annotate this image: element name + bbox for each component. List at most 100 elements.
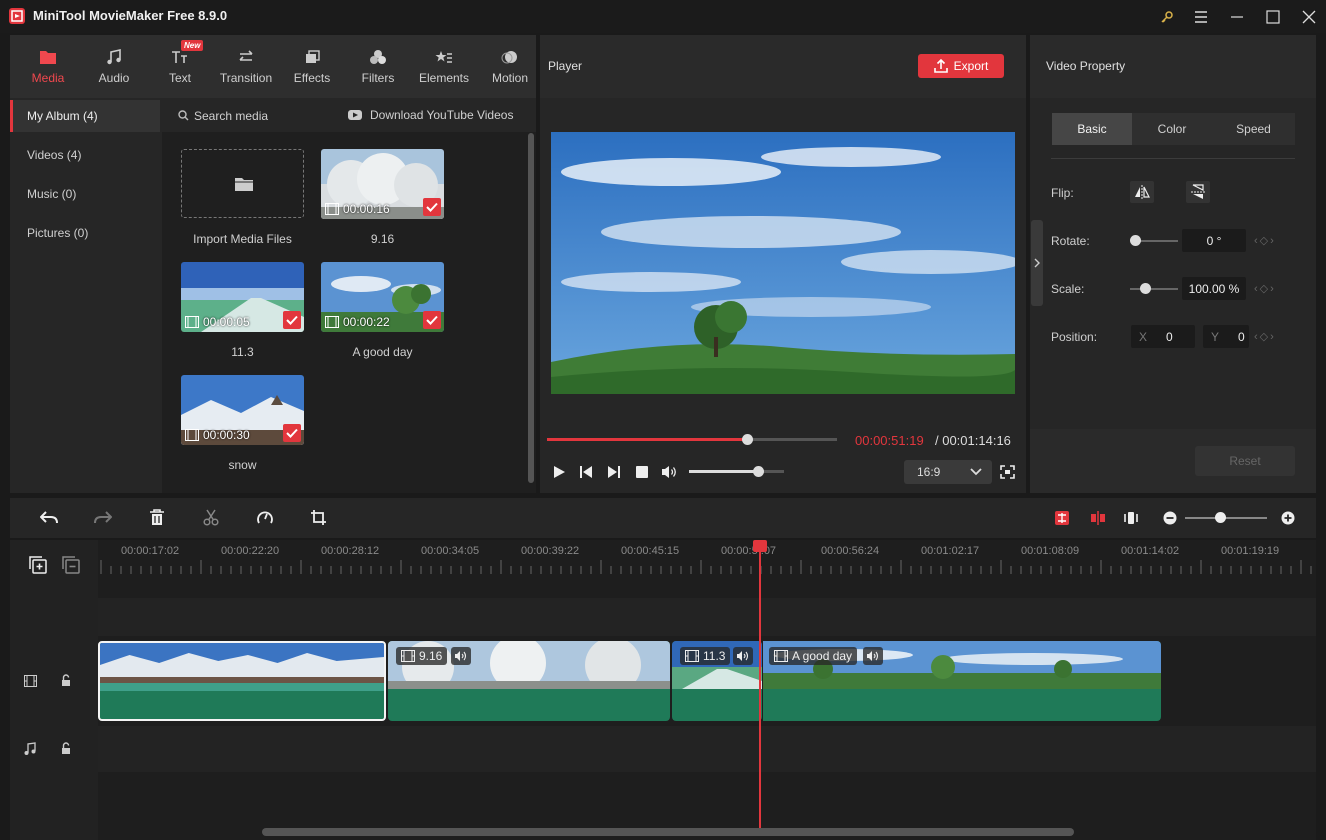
lock-icon[interactable] (61, 674, 71, 687)
split-scissors-icon[interactable] (203, 509, 219, 526)
timeline-clip-9-16[interactable]: 9.16 (388, 641, 670, 721)
media-caption: 9.16 (370, 232, 395, 246)
timeline-clip-11-3[interactable]: 11.3 (672, 641, 762, 721)
media-header: Search media Download YouTube Videos (162, 100, 536, 132)
zoom-slider-handle[interactable] (1215, 512, 1226, 523)
ruler-tick-label: 00:00:22:20 (221, 545, 280, 557)
keyframe-nav-icon[interactable]: ‹◇› (1254, 330, 1276, 343)
position-x-input[interactable]: X 0 (1131, 325, 1195, 348)
tab-filters[interactable]: Filters (345, 35, 411, 98)
album-videos[interactable]: Videos (4) (10, 139, 160, 171)
close-icon[interactable] (1292, 0, 1326, 33)
undo-icon[interactable] (40, 510, 58, 526)
tab-label: Text (168, 71, 191, 85)
volume-icon[interactable] (661, 465, 678, 479)
film-icon (685, 650, 699, 662)
media-scrollbar[interactable] (528, 133, 534, 483)
crop-icon[interactable] (310, 509, 327, 526)
volume-handle[interactable] (753, 466, 764, 477)
lock-icon[interactable] (61, 742, 71, 755)
media-caption: 11.3 (231, 345, 254, 359)
tab-audio[interactable]: Audio (81, 35, 147, 98)
minimize-icon[interactable] (1220, 0, 1254, 33)
album-pictures[interactable]: Pictures (0) (10, 217, 160, 249)
timeline-clip-snow[interactable] (98, 641, 386, 721)
album-music[interactable]: Music (0) (10, 178, 160, 210)
stop-icon[interactable] (635, 465, 648, 479)
tab-basic[interactable]: Basic (1052, 113, 1132, 145)
folder-icon (39, 47, 57, 67)
app-logo-icon (9, 8, 25, 24)
rotate-label: Rotate: (1051, 234, 1090, 248)
zoom-slider-track[interactable] (1185, 517, 1267, 519)
speed-gauge-icon[interactable] (256, 509, 274, 526)
media-thumb-11-3[interactable]: 00:00:05 (181, 262, 304, 332)
scale-slider-handle[interactable] (1140, 283, 1151, 294)
playhead-handle[interactable] (753, 540, 767, 552)
media-caption: A good day (352, 345, 413, 359)
timeline-clip-a-good-day[interactable]: A good day (763, 641, 1161, 721)
film-icon (401, 650, 415, 662)
reset-button[interactable]: Reset (1195, 446, 1295, 476)
tab-elements[interactable]: Elements (411, 35, 477, 98)
video-preview[interactable] (551, 132, 1015, 394)
chevron-down-icon (970, 468, 982, 476)
tab-transition[interactable]: Transition (213, 35, 279, 98)
scale-slider-track[interactable] (1130, 288, 1178, 290)
flip-horizontal-icon[interactable] (1130, 181, 1154, 203)
media-thumb-snow[interactable]: 00:00:30 (181, 375, 304, 445)
playhead[interactable] (759, 540, 761, 828)
play-icon[interactable] (553, 465, 566, 479)
media-thumb-a-good-day[interactable]: 00:00:22 (321, 262, 444, 332)
key-icon[interactable] (1150, 0, 1184, 33)
checkmark-icon (423, 198, 441, 216)
maximize-icon[interactable] (1256, 0, 1290, 33)
aspect-ratio-select[interactable]: 16:9 (904, 460, 992, 484)
remove-track-icon[interactable] (62, 556, 80, 574)
scale-input[interactable]: 100.00 % (1182, 277, 1246, 300)
zoom-in-icon[interactable] (1281, 511, 1295, 525)
media-caption: Import Media Files (193, 232, 292, 246)
rotate-slider-track[interactable] (1136, 240, 1178, 242)
tab-media[interactable]: Media (15, 35, 81, 98)
tab-speed[interactable]: Speed (1212, 113, 1295, 145)
progress-handle[interactable] (742, 434, 753, 445)
media-thumb-9-16[interactable]: 00:00:16 (321, 149, 444, 219)
media-caption: snow (228, 458, 257, 472)
collapse-panel-button[interactable] (1031, 220, 1043, 306)
tab-effects[interactable]: Effects (279, 35, 345, 98)
menu-icon[interactable] (1184, 0, 1218, 33)
aspect-ratio-value: 16:9 (917, 465, 941, 479)
import-media-button[interactable] (181, 149, 304, 218)
next-frame-icon[interactable] (607, 465, 620, 479)
delete-icon[interactable] (149, 509, 165, 526)
fullscreen-icon[interactable] (1000, 465, 1015, 479)
album-my-album[interactable]: My Album (4) (10, 100, 160, 132)
rotate-slider-handle[interactable] (1130, 235, 1141, 246)
export-button[interactable]: Export (918, 54, 1004, 78)
tab-motion[interactable]: Motion (477, 35, 543, 98)
redo-icon[interactable] (94, 510, 112, 526)
flip-vertical-icon[interactable] (1186, 181, 1210, 203)
timeline-scrollbar[interactable] (262, 828, 1074, 836)
previous-frame-icon[interactable] (580, 465, 593, 479)
detach-audio-icon[interactable] (1054, 510, 1070, 526)
keyframe-nav-icon[interactable]: ‹◇› (1254, 282, 1276, 295)
split-clip-icon[interactable] (1090, 510, 1106, 526)
rotate-input[interactable]: 0 ° (1182, 229, 1246, 252)
video-property-panel (1030, 35, 1316, 493)
zoom-out-icon[interactable] (1163, 511, 1177, 525)
keyframe-nav-icon[interactable]: ‹◇› (1254, 234, 1276, 247)
clip-label: A good day (769, 647, 858, 665)
tab-color[interactable]: Color (1132, 113, 1212, 145)
ruler-tick-label: 00:00:5 :07 (721, 545, 777, 557)
position-y-input[interactable]: Y 0 (1203, 325, 1249, 348)
search-input[interactable]: Search media (194, 109, 268, 123)
tab-text[interactable]: Text (147, 35, 213, 98)
download-youtube-button[interactable]: Download YouTube Videos (370, 108, 513, 122)
add-track-icon[interactable] (29, 556, 47, 574)
ruler-tick-label: 00:00:28:12 (321, 545, 380, 557)
clip-label: 9.16 (396, 647, 448, 665)
flip-label: Flip: (1051, 186, 1074, 200)
fit-timeline-icon[interactable] (1123, 510, 1139, 526)
